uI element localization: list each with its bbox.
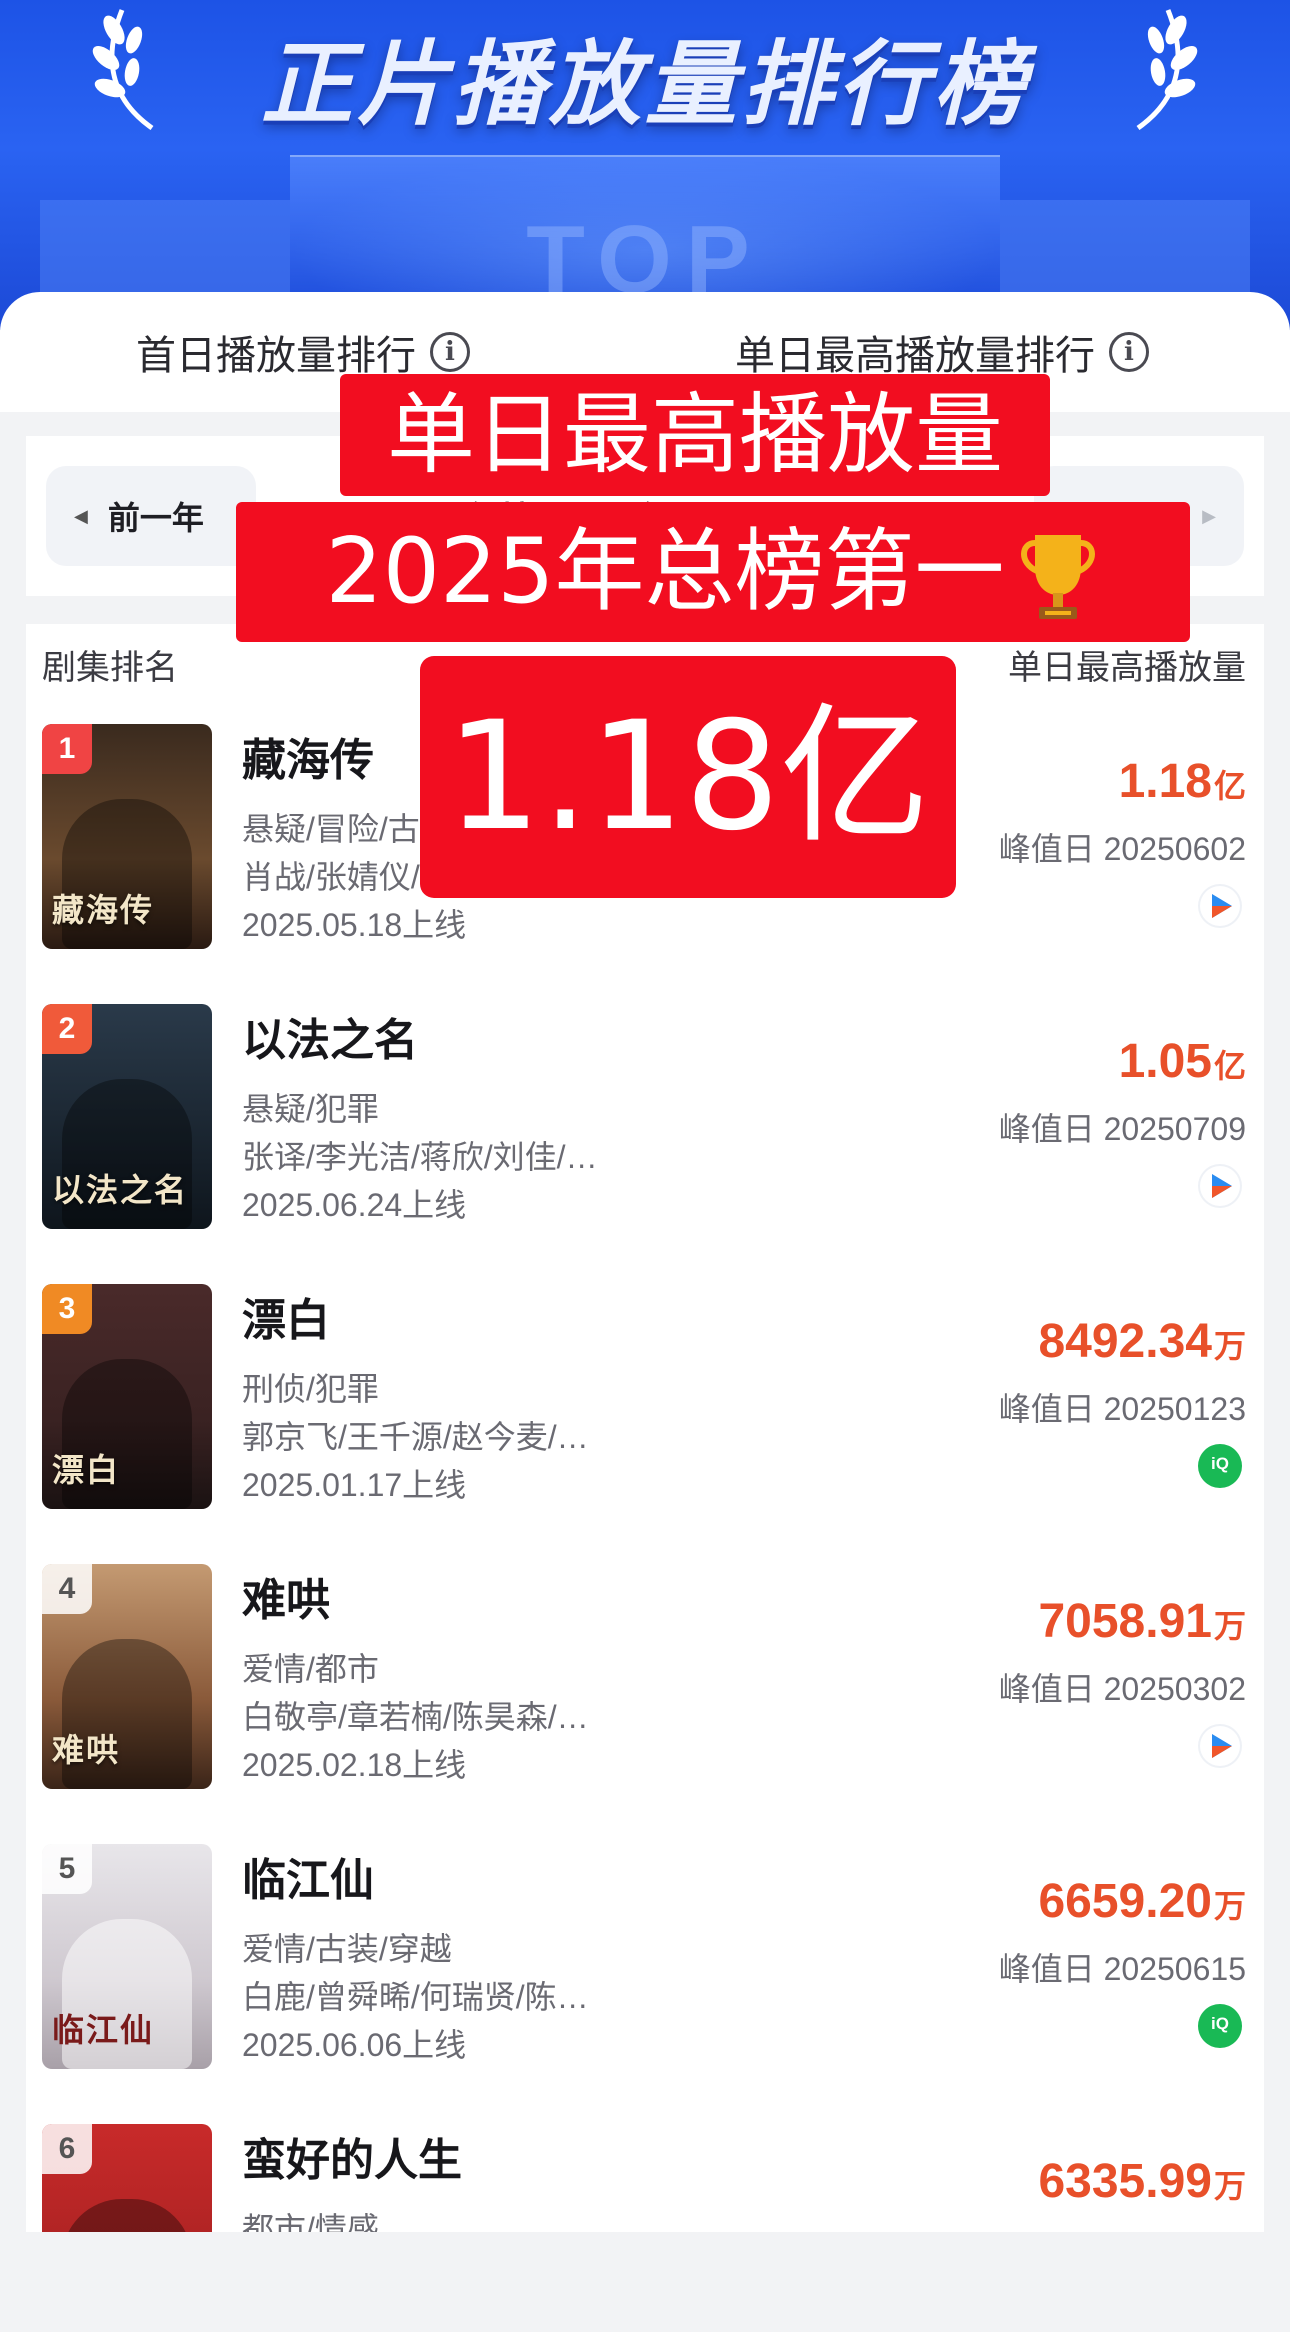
show-title: 藏海传 <box>242 736 374 785</box>
play-count: 6659.20万 <box>1038 1874 1246 1929</box>
info-icon[interactable]: i <box>1109 332 1149 372</box>
show-release-date: 2025.06.24上线 <box>242 1187 467 1223</box>
header-banner: TOP 正片播放量排行榜 <box>0 0 1290 330</box>
chevron-left-icon: ◀ <box>74 505 88 526</box>
show-title: 临江仙 <box>242 1856 374 1905</box>
show-release-date: 2025.05.18上线 <box>242 907 467 943</box>
play-count: 8492.34万 <box>1038 1314 1246 1369</box>
tab-daily-peak[interactable]: 单日最高播放量排行 i <box>735 322 1149 382</box>
rank-badge: 4 <box>42 1564 92 1614</box>
list-item[interactable]: 以法之名 2 以法之名 悬疑/犯罪 张译/李光洁/蒋欣/刘佳/… 2025.06… <box>26 1004 1264 1284</box>
peak-date: 峰值日 20250302 <box>998 1671 1246 1707</box>
overlay-caption-2-text: 2025年总榜第一 <box>325 519 1005 624</box>
prev-year-button[interactable]: ◀ 前一年 <box>46 466 256 566</box>
show-title: 漂白 <box>242 1296 330 1345</box>
peak-date: 峰值日 20250615 <box>998 1951 1246 1987</box>
rank-badge: 6 <box>42 2124 92 2174</box>
show-genre: 都市/情感 <box>242 2211 379 2232</box>
rank-badge: 3 <box>42 1284 92 1334</box>
iqiyi-icon: iQ <box>1198 1444 1242 1488</box>
list-header-right: 单日最高播放量 <box>1008 649 1246 687</box>
play-count-number: 8492.34 <box>1038 1315 1212 1368</box>
play-count-number: 6335.99 <box>1038 2155 1212 2208</box>
list-header-left: 剧集排名 <box>42 649 178 687</box>
show-cast: 白敬亭/章若楠/陈昊森/… <box>242 1699 589 1735</box>
show-cast: 郭京飞/王千源/赵今麦/… <box>242 1419 589 1455</box>
play-count-unit: 万 <box>1213 1328 1246 1364</box>
list-item[interactable]: 难哄 4 难哄 爱情/都市 白敬亭/章若楠/陈昊森/… 2025.02.18上线… <box>26 1564 1264 1844</box>
overlay-caption-3: 1.18亿 <box>420 656 956 898</box>
play-count-number: 6659.20 <box>1038 1875 1212 1928</box>
peak-date: 峰值日 20250709 <box>998 1111 1246 1147</box>
list-item[interactable]: 临江仙 5 临江仙 爱情/古装/穿越 白鹿/曾舜晞/何瑞贤/陈… 2025.06… <box>26 1844 1264 2124</box>
play-count: 1.05亿 <box>1119 1034 1246 1089</box>
play-count-unit: 万 <box>1213 2168 1246 2204</box>
poster-text: 难哄 <box>52 1731 121 1769</box>
show-release-date: 2025.01.17上线 <box>242 1467 467 1503</box>
youku-icon <box>1198 1164 1242 1208</box>
list-item[interactable]: 6 蛮好的人生 都市/情感 6335.99万 <box>26 2124 1264 2232</box>
show-release-date: 2025.06.06上线 <box>242 2027 467 2063</box>
show-genre: 爱情/都市 <box>242 1651 379 1687</box>
show-genre: 刑侦/犯罪 <box>242 1371 379 1407</box>
show-title: 以法之名 <box>242 1016 418 1065</box>
tab-label: 单日最高播放量排行 <box>735 334 1095 378</box>
peak-date: 峰值日 20250602 <box>998 831 1246 867</box>
tab-first-day[interactable]: 首日播放量排行 i <box>136 322 470 382</box>
play-count-unit: 万 <box>1213 1608 1246 1644</box>
play-count: 7058.91万 <box>1038 1594 1246 1649</box>
play-count: 1.18亿 <box>1119 754 1246 809</box>
trophy-icon <box>1020 535 1095 620</box>
peak-date: 峰值日 20250123 <box>998 1391 1246 1427</box>
poster-text: 临江仙 <box>52 2011 155 2049</box>
play-count: 6335.99万 <box>1038 2154 1246 2209</box>
page-title: 正片播放量排行榜 <box>260 31 1029 138</box>
poster-text: 藏海传 <box>52 891 155 929</box>
tab-label: 首日播放量排行 <box>136 334 416 378</box>
rank-badge: 1 <box>42 724 92 774</box>
overlay-caption-1: 单日最高播放量 <box>340 374 1050 496</box>
chevron-right-icon: ▶ <box>1202 505 1216 526</box>
poster-figure <box>62 2199 192 2232</box>
show-release-date: 2025.02.18上线 <box>242 1747 467 1783</box>
info-icon[interactable]: i <box>430 332 470 372</box>
poster-text: 以法之名 <box>52 1171 189 1209</box>
play-count-unit: 亿 <box>1213 768 1246 804</box>
show-genre: 悬疑/犯罪 <box>242 1091 379 1127</box>
show-cast: 白鹿/曾舜晞/何瑞贤/陈… <box>242 1979 589 2015</box>
play-count-number: 7058.91 <box>1038 1595 1212 1648</box>
play-count-unit: 亿 <box>1213 1048 1246 1084</box>
play-count-number: 1.05 <box>1118 1035 1212 1088</box>
rank-badge: 2 <box>42 1004 92 1054</box>
youku-icon <box>1198 1724 1242 1768</box>
show-genre: 爱情/古装/穿越 <box>242 1931 452 1967</box>
show-title: 难哄 <box>242 1576 330 1625</box>
play-count-number: 1.18 <box>1118 755 1212 808</box>
poster-text: 漂白 <box>52 1451 121 1489</box>
play-count-unit: 万 <box>1213 1888 1246 1924</box>
iqiyi-icon: iQ <box>1198 2004 1242 2048</box>
overlay-caption-2: 2025年总榜第一 <box>236 502 1190 642</box>
show-cast: 张译/李光洁/蒋欣/刘佳/… <box>242 1139 598 1175</box>
show-title: 蛮好的人生 <box>242 2136 462 2185</box>
iqiyi-glyph: iQ <box>1211 1454 1229 1473</box>
list-item[interactable]: 漂白 3 漂白 刑侦/犯罪 郭京飞/王千源/赵今麦/… 2025.01.17上线… <box>26 1284 1264 1564</box>
youku-icon <box>1198 884 1242 928</box>
prev-year-label: 前一年 <box>107 500 204 536</box>
iqiyi-glyph: iQ <box>1211 2014 1229 2033</box>
rank-badge: 5 <box>42 1844 92 1894</box>
